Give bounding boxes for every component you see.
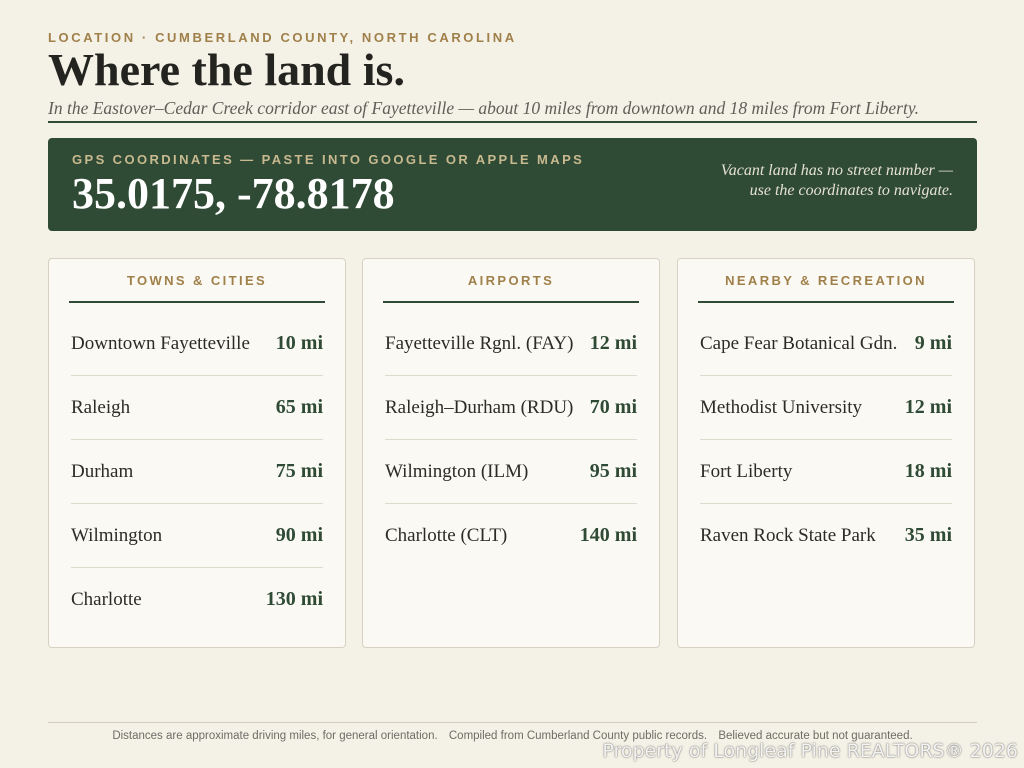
page-title: Where the land is. bbox=[48, 44, 405, 95]
list-item: Raven Rock State Park 35 mi bbox=[700, 504, 952, 567]
gps-label: GPS COORDINATES — PASTE INTO GOOGLE OR A… bbox=[72, 152, 585, 167]
list-item: Fayetteville Rgnl. (FAY) 12 mi bbox=[385, 312, 637, 376]
watermark: Property of Longleaf Pine REALTORS® 2026 bbox=[602, 740, 1018, 762]
place-distance: 70 mi bbox=[589, 396, 637, 418]
place-name: Durham bbox=[71, 460, 134, 482]
place-distance: 9 mi bbox=[914, 332, 952, 354]
place-distance: 140 mi bbox=[579, 524, 637, 546]
card-airports: AIRPORTS Fayetteville Rgnl. (FAY) 12 mi … bbox=[362, 258, 660, 648]
card-title: NEARBY & RECREATION bbox=[698, 259, 954, 303]
header-divider bbox=[48, 121, 977, 123]
list-item: Wilmington 90 mi bbox=[71, 504, 323, 568]
gps-banner: GPS COORDINATES — PASTE INTO GOOGLE OR A… bbox=[48, 138, 977, 231]
gps-coordinates[interactable]: 35.0175, -78.8178 bbox=[72, 168, 395, 219]
distance-list: Fayetteville Rgnl. (FAY) 12 mi Raleigh–D… bbox=[385, 312, 637, 567]
place-name: Wilmington (ILM) bbox=[385, 460, 529, 482]
page-header: LOCATION · CUMBERLAND COUNTY, NORTH CARO… bbox=[48, 30, 977, 119]
place-distance: 65 mi bbox=[275, 396, 323, 418]
distance-list: Cape Fear Botanical Gdn. 9 mi Methodist … bbox=[700, 312, 952, 567]
gps-note-line-2: use the coordinates to navigate. bbox=[749, 182, 953, 199]
place-distance: 12 mi bbox=[589, 332, 637, 354]
list-item: Wilmington (ILM) 95 mi bbox=[385, 440, 637, 504]
list-item: Fort Liberty 18 mi bbox=[700, 440, 952, 504]
card-towns-cities: TOWNS & CITIES Downtown Fayetteville 10 … bbox=[48, 258, 346, 648]
card-nearby-recreation: NEARBY & RECREATION Cape Fear Botanical … bbox=[677, 258, 975, 648]
distance-list: Downtown Fayetteville 10 mi Raleigh 65 m… bbox=[71, 312, 323, 631]
list-item: Downtown Fayetteville 10 mi bbox=[71, 312, 323, 376]
place-name: Charlotte bbox=[71, 588, 142, 610]
list-item: Durham 75 mi bbox=[71, 440, 323, 504]
place-distance: 90 mi bbox=[275, 524, 323, 546]
place-name: Methodist University bbox=[700, 396, 863, 418]
list-item: Methodist University 12 mi bbox=[700, 376, 952, 440]
place-name: Raleigh bbox=[71, 396, 131, 418]
place-name: Raven Rock State Park bbox=[700, 524, 876, 546]
list-item: Raleigh 65 mi bbox=[71, 376, 323, 440]
card-title: TOWNS & CITIES bbox=[69, 259, 325, 303]
place-name: Fayetteville Rgnl. (FAY) bbox=[385, 332, 574, 354]
place-name: Downtown Fayetteville bbox=[71, 332, 250, 354]
place-distance: 10 mi bbox=[275, 332, 323, 354]
place-name: Charlotte (CLT) bbox=[385, 524, 508, 546]
place-distance: 35 mi bbox=[904, 524, 952, 546]
gps-note-line-1: Vacant land has no street number — bbox=[720, 162, 953, 179]
place-name: Cape Fear Botanical Gdn. bbox=[700, 332, 898, 354]
place-name: Fort Liberty bbox=[700, 460, 793, 482]
footer-note-1: Distances are approximate driving miles,… bbox=[112, 730, 438, 742]
place-name: Raleigh–Durham (RDU) bbox=[385, 396, 574, 418]
place-distance: 130 mi bbox=[265, 588, 323, 610]
place-distance: 95 mi bbox=[589, 460, 637, 482]
gps-note: Vacant land has no street number — use t… bbox=[721, 161, 953, 201]
footer-divider bbox=[48, 722, 977, 723]
list-item: Charlotte 130 mi bbox=[71, 568, 323, 631]
location-eyebrow: LOCATION · CUMBERLAND COUNTY, NORTH CARO… bbox=[48, 30, 517, 45]
place-name: Wilmington bbox=[71, 524, 163, 546]
place-distance: 75 mi bbox=[275, 460, 323, 482]
page-subtitle: In the Eastover–Cedar Creek corridor eas… bbox=[48, 98, 920, 118]
card-title: AIRPORTS bbox=[383, 259, 639, 303]
list-item: Charlotte (CLT) 140 mi bbox=[385, 504, 637, 567]
place-distance: 12 mi bbox=[904, 396, 952, 418]
list-item: Cape Fear Botanical Gdn. 9 mi bbox=[700, 312, 952, 376]
list-item: Raleigh–Durham (RDU) 70 mi bbox=[385, 376, 637, 440]
place-distance: 18 mi bbox=[904, 460, 952, 482]
